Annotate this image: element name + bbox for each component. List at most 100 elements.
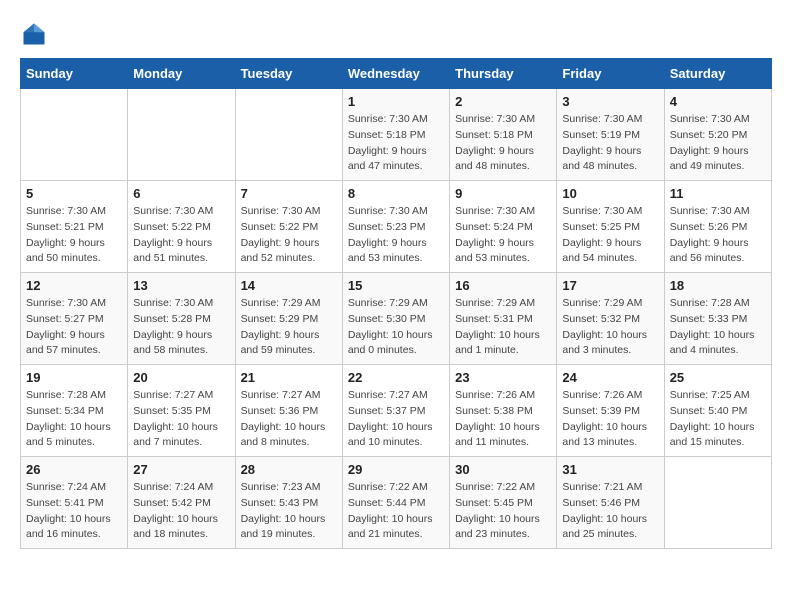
day-number: 11 (670, 186, 766, 201)
day-number: 8 (348, 186, 444, 201)
day-info: Sunrise: 7:23 AM Sunset: 5:43 PM Dayligh… (241, 480, 337, 543)
calendar-cell: 31 Sunrise: 7:21 AM Sunset: 5:46 PM Dayli… (557, 457, 664, 549)
day-info: Sunrise: 7:28 AM Sunset: 5:33 PM Dayligh… (670, 296, 766, 359)
calendar-cell (664, 457, 771, 549)
day-number: 20 (133, 370, 229, 385)
day-number: 17 (562, 278, 658, 293)
day-info: Sunrise: 7:30 AM Sunset: 5:23 PM Dayligh… (348, 204, 444, 267)
day-info: Sunrise: 7:25 AM Sunset: 5:40 PM Dayligh… (670, 388, 766, 451)
day-number: 7 (241, 186, 337, 201)
logo (20, 20, 52, 48)
day-number: 4 (670, 94, 766, 109)
day-number: 24 (562, 370, 658, 385)
calendar-cell: 30 Sunrise: 7:22 AM Sunset: 5:45 PM Dayli… (450, 457, 557, 549)
week-row-3: 12Sunrise: 7:30 AM Sunset: 5:27 PM Dayli… (21, 273, 772, 365)
day-number: 28 (241, 462, 337, 477)
calendar-cell: 26Sunrise: 7:24 AM Sunset: 5:41 PM Dayli… (21, 457, 128, 549)
day-info: Sunrise: 7:21 AM Sunset: 5:46 PM Dayligh… (562, 480, 658, 543)
header-day-saturday: Saturday (664, 59, 771, 89)
day-info: Sunrise: 7:30 AM Sunset: 5:20 PM Dayligh… (670, 112, 766, 175)
day-info: Sunrise: 7:30 AM Sunset: 5:28 PM Dayligh… (133, 296, 229, 359)
day-info: Sunrise: 7:29 AM Sunset: 5:30 PM Dayligh… (348, 296, 444, 359)
day-number: 15 (348, 278, 444, 293)
day-number: 5 (26, 186, 122, 201)
day-info: Sunrise: 7:22 AM Sunset: 5:44 PM Dayligh… (348, 480, 444, 543)
week-row-1: 1Sunrise: 7:30 AM Sunset: 5:18 PM Daylig… (21, 89, 772, 181)
day-info: Sunrise: 7:27 AM Sunset: 5:35 PM Dayligh… (133, 388, 229, 451)
day-info: Sunrise: 7:30 AM Sunset: 5:21 PM Dayligh… (26, 204, 122, 267)
day-info: Sunrise: 7:27 AM Sunset: 5:37 PM Dayligh… (348, 388, 444, 451)
calendar-cell: 7 Sunrise: 7:30 AM Sunset: 5:22 PM Daylig… (235, 181, 342, 273)
calendar-cell: 10 Sunrise: 7:30 AM Sunset: 5:25 PM Dayli… (557, 181, 664, 273)
day-info: Sunrise: 7:22 AM Sunset: 5:45 PM Dayligh… (455, 480, 551, 543)
week-row-5: 26Sunrise: 7:24 AM Sunset: 5:41 PM Dayli… (21, 457, 772, 549)
day-info: Sunrise: 7:30 AM Sunset: 5:18 PM Dayligh… (455, 112, 551, 175)
header-row: SundayMondayTuesdayWednesdayThursdayFrid… (21, 59, 772, 89)
calendar-cell: 24 Sunrise: 7:26 AM Sunset: 5:39 PM Dayli… (557, 365, 664, 457)
day-info: Sunrise: 7:30 AM Sunset: 5:26 PM Dayligh… (670, 204, 766, 267)
calendar-cell: 14 Sunrise: 7:29 AM Sunset: 5:29 PM Dayli… (235, 273, 342, 365)
calendar-cell: 20 Sunrise: 7:27 AM Sunset: 5:35 PM Dayli… (128, 365, 235, 457)
header-day-thursday: Thursday (450, 59, 557, 89)
day-info: Sunrise: 7:30 AM Sunset: 5:22 PM Dayligh… (133, 204, 229, 267)
calendar-cell: 19Sunrise: 7:28 AM Sunset: 5:34 PM Dayli… (21, 365, 128, 457)
day-number: 10 (562, 186, 658, 201)
calendar-cell (235, 89, 342, 181)
calendar-header: SundayMondayTuesdayWednesdayThursdayFrid… (21, 59, 772, 89)
week-row-4: 19Sunrise: 7:28 AM Sunset: 5:34 PM Dayli… (21, 365, 772, 457)
day-number: 14 (241, 278, 337, 293)
day-info: Sunrise: 7:29 AM Sunset: 5:31 PM Dayligh… (455, 296, 551, 359)
calendar-cell: 16 Sunrise: 7:29 AM Sunset: 5:31 PM Dayli… (450, 273, 557, 365)
header-day-sunday: Sunday (21, 59, 128, 89)
day-number: 16 (455, 278, 551, 293)
day-number: 6 (133, 186, 229, 201)
day-number: 3 (562, 94, 658, 109)
calendar-cell (128, 89, 235, 181)
day-info: Sunrise: 7:27 AM Sunset: 5:36 PM Dayligh… (241, 388, 337, 451)
calendar-cell: 1Sunrise: 7:30 AM Sunset: 5:18 PM Daylig… (342, 89, 449, 181)
day-number: 31 (562, 462, 658, 477)
calendar-cell: 4 Sunrise: 7:30 AM Sunset: 5:20 PM Daylig… (664, 89, 771, 181)
day-number: 18 (670, 278, 766, 293)
page-header (20, 20, 772, 48)
day-number: 2 (455, 94, 551, 109)
day-info: Sunrise: 7:29 AM Sunset: 5:29 PM Dayligh… (241, 296, 337, 359)
header-day-wednesday: Wednesday (342, 59, 449, 89)
day-info: Sunrise: 7:26 AM Sunset: 5:39 PM Dayligh… (562, 388, 658, 451)
day-number: 22 (348, 370, 444, 385)
day-info: Sunrise: 7:30 AM Sunset: 5:19 PM Dayligh… (562, 112, 658, 175)
day-number: 25 (670, 370, 766, 385)
calendar-cell: 5 Sunrise: 7:30 AM Sunset: 5:21 PM Daylig… (21, 181, 128, 273)
day-info: Sunrise: 7:30 AM Sunset: 5:18 PM Dayligh… (348, 112, 444, 175)
day-info: Sunrise: 7:26 AM Sunset: 5:38 PM Dayligh… (455, 388, 551, 451)
calendar-cell: 29Sunrise: 7:22 AM Sunset: 5:44 PM Dayli… (342, 457, 449, 549)
calendar-cell (21, 89, 128, 181)
calendar-body: 1Sunrise: 7:30 AM Sunset: 5:18 PM Daylig… (21, 89, 772, 549)
calendar-cell: 11 Sunrise: 7:30 AM Sunset: 5:26 PM Dayli… (664, 181, 771, 273)
day-number: 13 (133, 278, 229, 293)
calendar-cell: 2 Sunrise: 7:30 AM Sunset: 5:18 PM Daylig… (450, 89, 557, 181)
calendar-table: SundayMondayTuesdayWednesdayThursdayFrid… (20, 58, 772, 549)
calendar-cell: 8 Sunrise: 7:30 AM Sunset: 5:23 PM Daylig… (342, 181, 449, 273)
week-row-2: 5 Sunrise: 7:30 AM Sunset: 5:21 PM Daylig… (21, 181, 772, 273)
day-number: 9 (455, 186, 551, 201)
day-number: 12 (26, 278, 122, 293)
day-number: 30 (455, 462, 551, 477)
day-info: Sunrise: 7:30 AM Sunset: 5:25 PM Dayligh… (562, 204, 658, 267)
logo-icon (20, 20, 48, 48)
day-number: 26 (26, 462, 122, 477)
calendar-cell: 13 Sunrise: 7:30 AM Sunset: 5:28 PM Dayli… (128, 273, 235, 365)
calendar-cell: 28 Sunrise: 7:23 AM Sunset: 5:43 PM Dayli… (235, 457, 342, 549)
header-day-friday: Friday (557, 59, 664, 89)
calendar-cell: 9 Sunrise: 7:30 AM Sunset: 5:24 PM Daylig… (450, 181, 557, 273)
calendar-cell: 25 Sunrise: 7:25 AM Sunset: 5:40 PM Dayli… (664, 365, 771, 457)
day-number: 23 (455, 370, 551, 385)
header-day-monday: Monday (128, 59, 235, 89)
calendar-cell: 15 Sunrise: 7:29 AM Sunset: 5:30 PM Dayli… (342, 273, 449, 365)
day-info: Sunrise: 7:28 AM Sunset: 5:34 PM Dayligh… (26, 388, 122, 451)
day-number: 27 (133, 462, 229, 477)
calendar-cell: 23 Sunrise: 7:26 AM Sunset: 5:38 PM Dayli… (450, 365, 557, 457)
day-info: Sunrise: 7:30 AM Sunset: 5:24 PM Dayligh… (455, 204, 551, 267)
calendar-cell: 27Sunrise: 7:24 AM Sunset: 5:42 PM Dayli… (128, 457, 235, 549)
day-info: Sunrise: 7:30 AM Sunset: 5:22 PM Dayligh… (241, 204, 337, 267)
